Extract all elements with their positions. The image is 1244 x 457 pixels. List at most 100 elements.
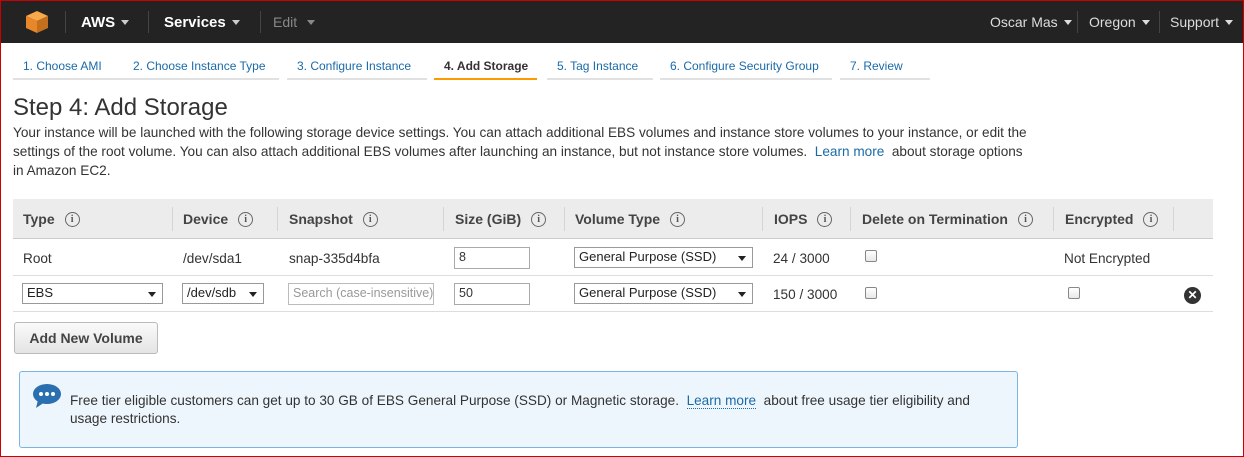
column-header-size: Size (GiB) i	[455, 199, 547, 239]
tab-configure-instance[interactable]: 3. Configure Instance	[287, 59, 427, 80]
tab-label: 7. Review	[850, 59, 903, 73]
encrypted-checkbox[interactable]	[1068, 287, 1080, 299]
snapshot-cell: snap-335d4bfa	[289, 250, 380, 266]
edit-menu-label: Edit	[273, 14, 298, 30]
column-label: Delete on Termination	[862, 211, 1008, 227]
learn-more-link[interactable]: Learn more	[815, 144, 885, 159]
iops-cell: 24 / 3000	[773, 250, 830, 266]
size-input[interactable]: 8	[454, 247, 530, 269]
tab-label: 4. Add Storage	[444, 59, 529, 73]
tab-label: 2. Choose Instance Type	[133, 59, 266, 73]
tab-choose-ami[interactable]: 1. Choose AMI	[13, 59, 123, 80]
region-menu[interactable]: Oregon	[1089, 1, 1150, 43]
chevron-down-icon	[738, 292, 746, 297]
column-divider	[443, 207, 444, 231]
encrypted-cell: Not Encrypted	[1064, 250, 1151, 266]
aws-menu[interactable]: AWS	[81, 1, 130, 43]
info-icon[interactable]: i	[64, 211, 80, 227]
page-title: Step 4: Add Storage	[13, 94, 228, 121]
chevron-down-icon	[231, 19, 240, 25]
column-divider	[1053, 207, 1054, 231]
column-label: IOPS	[774, 211, 808, 227]
table-row: Root /dev/sda1 snap-335d4bfa 8 General P…	[13, 240, 1213, 276]
chevron-down-icon	[738, 256, 746, 261]
chevron-down-icon	[1141, 19, 1150, 25]
size-input[interactable]: 50	[454, 283, 530, 305]
region-menu-label: Oregon	[1089, 14, 1136, 30]
chevron-down-icon	[1225, 19, 1234, 25]
column-divider	[172, 207, 173, 231]
device-cell: /dev/sda1	[183, 250, 242, 266]
column-header-delete-on-termination: Delete on Termination i	[862, 199, 1033, 239]
column-header-snapshot: Snapshot i	[289, 199, 378, 239]
support-menu[interactable]: Support	[1170, 1, 1234, 43]
column-divider	[277, 207, 278, 231]
iops-cell: 150 / 3000	[773, 286, 838, 302]
column-label: Snapshot	[289, 211, 353, 227]
edit-menu[interactable]: Edit	[273, 1, 316, 43]
tab-configure-security-group[interactable]: 6. Configure Security Group	[660, 59, 832, 80]
tab-review[interactable]: 7. Review	[840, 59, 930, 80]
info-icon[interactable]: i	[1017, 211, 1033, 227]
select-value: General Purpose (SSD)	[579, 285, 717, 300]
volume-type-cell: Root	[23, 250, 52, 266]
select-value: /dev/sdb	[187, 285, 237, 300]
nav-divider	[260, 11, 261, 33]
chevron-down-icon	[121, 19, 130, 25]
info-icon[interactable]: i	[1143, 211, 1159, 227]
column-header-volume-type: Volume Type i	[575, 199, 686, 239]
tab-label: 3. Configure Instance	[297, 59, 412, 73]
services-menu-label: Services	[164, 13, 226, 31]
column-label: Encrypted	[1065, 211, 1134, 227]
storage-table-header: Type i Device i Snapshot i Size (GiB) i Volu…	[13, 199, 1213, 239]
learn-more-link[interactable]: Learn more	[686, 393, 757, 409]
support-menu-label: Support	[1170, 14, 1220, 30]
info-icon[interactable]: i	[238, 211, 254, 227]
column-header-encrypted: Encrypted i	[1065, 199, 1159, 239]
aws-menu-label: AWS	[81, 13, 116, 31]
info-icon[interactable]: i	[362, 211, 378, 227]
chevron-down-icon	[148, 292, 156, 297]
delete-on-termination-checkbox[interactable]	[865, 287, 877, 299]
column-divider	[1173, 207, 1174, 231]
column-header-type: Type i	[23, 199, 80, 239]
aws-cube-logo-icon[interactable]	[25, 10, 49, 34]
remove-volume-icon[interactable]: ✕	[1184, 287, 1201, 304]
info-icon[interactable]: i	[670, 211, 686, 227]
device-select[interactable]: /dev/sdb	[182, 283, 264, 304]
chevron-down-icon	[249, 292, 257, 297]
chevron-down-icon	[307, 19, 316, 25]
info-icon[interactable]: i	[531, 211, 547, 227]
tab-label: 6. Configure Security Group	[670, 59, 819, 73]
snapshot-search-input[interactable]: Search (case-insensitive)	[288, 283, 434, 305]
services-menu[interactable]: Services	[164, 1, 240, 43]
column-divider	[850, 207, 851, 231]
free-tier-notice: Free tier eligible customers can get up …	[19, 371, 1018, 448]
tab-add-storage[interactable]: 4. Add Storage	[434, 59, 537, 80]
speech-bubble-icon	[33, 384, 61, 408]
nav-divider	[65, 11, 66, 33]
table-row: EBS /dev/sdb Search (case-insensitive) 5…	[13, 276, 1213, 312]
column-header-iops: IOPS i	[774, 199, 833, 239]
volume-kind-select[interactable]: EBS	[22, 283, 163, 304]
user-menu-label: Oscar Mas	[990, 14, 1058, 30]
volume-type-select[interactable]: General Purpose (SSD)	[574, 247, 753, 268]
nav-divider	[1077, 11, 1078, 33]
tab-label: 1. Choose AMI	[23, 59, 102, 73]
column-divider	[762, 207, 763, 231]
column-label: Size (GiB)	[455, 211, 522, 227]
tab-label: 5. Tag Instance	[557, 59, 639, 73]
user-menu[interactable]: Oscar Mas	[990, 1, 1072, 43]
chevron-down-icon	[1063, 19, 1072, 25]
nav-divider	[1159, 11, 1160, 33]
delete-on-termination-checkbox[interactable]	[865, 250, 877, 262]
info-icon[interactable]: i	[817, 211, 833, 227]
select-value: General Purpose (SSD)	[579, 249, 717, 264]
top-navbar: AWS Services Edit Oscar Mas Oregon Suppo…	[1, 1, 1243, 43]
column-label: Volume Type	[575, 211, 661, 227]
page-description: Your instance will be launched with the …	[13, 123, 1033, 180]
tab-choose-instance-type[interactable]: 2. Choose Instance Type	[123, 59, 279, 80]
volume-type-select[interactable]: General Purpose (SSD)	[574, 283, 753, 304]
add-new-volume-button[interactable]: Add New Volume	[14, 322, 158, 354]
tab-tag-instance[interactable]: 5. Tag Instance	[547, 59, 653, 80]
